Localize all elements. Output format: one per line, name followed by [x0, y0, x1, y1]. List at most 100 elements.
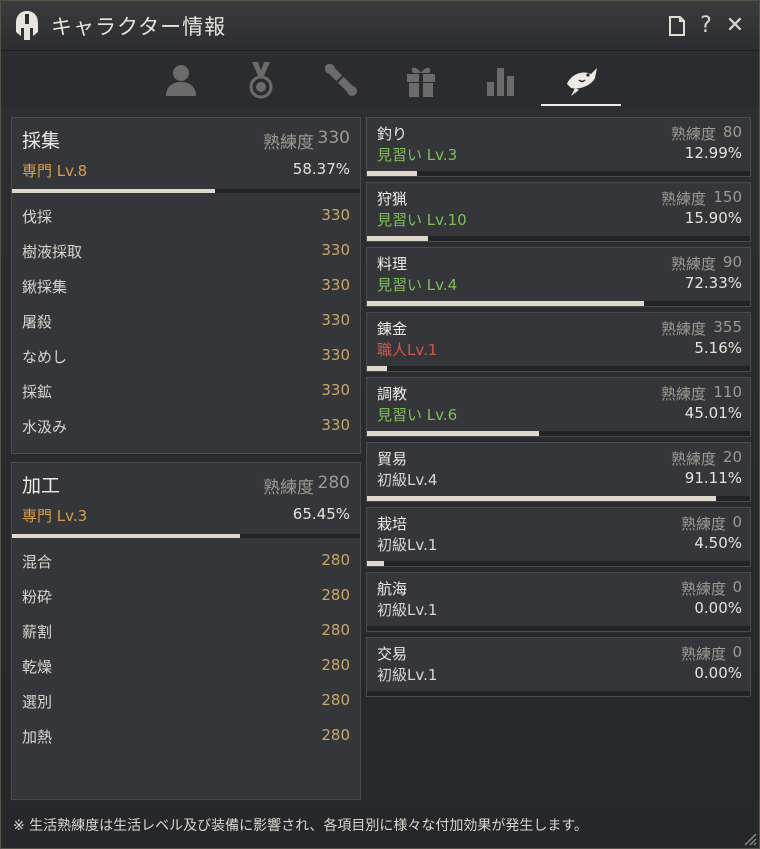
mastery-label: 熟練度: [660, 190, 706, 208]
tab-stats[interactable]: [461, 56, 541, 104]
close-button[interactable]: ✕: [723, 13, 747, 39]
subskill-name: 屠殺: [22, 313, 53, 331]
gift-icon: [407, 67, 435, 97]
life-skill-card[interactable]: 航海 熟練度 0 初級Lv.1 0.00%: [366, 572, 751, 632]
skill-level: 初級Lv.1: [377, 601, 438, 619]
subskill-value: 280: [321, 586, 350, 604]
progress-bar: [12, 534, 360, 538]
mastery-label: 熟練度: [680, 645, 726, 663]
subskill-name: 乾燥: [22, 658, 53, 676]
skill-level: 見習い Lv.10: [377, 211, 467, 229]
skill-percent: 0.00%: [694, 664, 742, 682]
subskill-list: 伐採 330 樹液採取 330 鍬採集 330 屠殺 330 なめし 330 採鉱 330 水汲み 330: [12, 198, 360, 443]
gathering-header: 採集 熟練度 330 専門 Lv.8 58.37%: [12, 118, 360, 198]
progress-bar: [367, 496, 750, 501]
progress-bar-fill: [367, 431, 540, 436]
skill-percent: 12.99%: [684, 144, 742, 162]
progress-bar-fill: [367, 236, 428, 241]
skill-name: 栽培: [377, 515, 408, 533]
progress-bar-fill: [12, 534, 240, 538]
life-skill-card[interactable]: 狩猟 熟練度 150 見習い Lv.10 15.90%: [366, 182, 751, 242]
resize-grip-icon[interactable]: [743, 832, 757, 846]
progress-bar: [12, 189, 360, 193]
skill-percent: 15.90%: [684, 209, 742, 227]
mastery-label: 熟練度: [660, 385, 706, 403]
subskill-value: 330: [321, 311, 350, 329]
mastery-value: 110: [713, 383, 742, 401]
subskill-value: 330: [321, 381, 350, 399]
progress-bar: [367, 431, 750, 436]
progress-bar: [367, 691, 750, 696]
skill-name: 調教: [377, 385, 408, 403]
tab-titles[interactable]: [221, 56, 301, 104]
life-skill-card[interactable]: 料理 熟練度 90 見習い Lv.4 72.33%: [366, 247, 751, 307]
skill-level: 見習い Lv.4: [377, 276, 458, 294]
title-bar[interactable]: キャラクター情報 ? ✕: [1, 1, 759, 51]
subskill-value: 280: [321, 551, 350, 569]
subskill-value: 280: [321, 621, 350, 639]
subskill-row: 混合 280: [12, 543, 360, 578]
subskill-name: 採鉱: [22, 383, 53, 401]
tab-knowledge[interactable]: [301, 56, 381, 104]
life-skill-card[interactable]: 調教 熟練度 110 見習い Lv.6 45.01%: [366, 377, 751, 437]
mastery-label: 熟練度: [670, 125, 716, 143]
scroll-icon: [325, 64, 357, 96]
mastery-value: 330: [317, 128, 350, 148]
skill-name: 交易: [377, 645, 408, 663]
mastery-label: 熟練度: [263, 133, 314, 153]
subskill-name: 鍬採集: [22, 278, 68, 296]
subskill-value: 280: [321, 691, 350, 709]
tab-character[interactable]: [141, 56, 221, 104]
skill-percent: 5.16%: [694, 339, 742, 357]
mastery-label: 熟練度: [670, 450, 716, 468]
life-skill-card[interactable]: 錬金 熟練度 355 職人Lv.1 5.16%: [366, 312, 751, 372]
mastery-value: 355: [713, 318, 742, 336]
note-button[interactable]: [665, 13, 689, 39]
skill-name: 料理: [377, 255, 408, 273]
life-skill-card[interactable]: 釣り 熟練度 80 見習い Lv.3 12.99%: [366, 117, 751, 177]
mastery-label: 熟練度: [670, 255, 716, 273]
skill-percent: 91.11%: [684, 469, 742, 487]
processing-title: 加工: [22, 475, 61, 497]
life-skill-card[interactable]: 栽培 熟練度 0 初級Lv.1 4.50%: [366, 507, 751, 567]
progress-bar-fill: [367, 496, 716, 501]
window-title: キャラクター情報: [51, 15, 227, 39]
subskill-value: 330: [321, 416, 350, 434]
subskill-value: 280: [321, 656, 350, 674]
subskill-name: 伐採: [22, 208, 53, 226]
fish-icon: [567, 68, 597, 96]
help-button[interactable]: ?: [694, 13, 718, 39]
skill-name: 航海: [377, 580, 408, 598]
life-skill-card[interactable]: 交易 熟練度 0 初級Lv.1 0.00%: [366, 637, 751, 697]
processing-header: 加工 熟練度 280 専門 Lv.3 65.45%: [12, 463, 360, 543]
subskill-row: 水汲み 330: [12, 408, 360, 443]
mastery-label: 熟練度: [660, 320, 706, 338]
skill-name: 錬金: [377, 320, 408, 338]
skill-percent: 45.01%: [684, 404, 742, 422]
processing-panel: 加工 熟練度 280 専門 Lv.3 65.45% 混合 280 粉砕 280 薪割 28…: [11, 462, 361, 800]
mastery-label: 熟練度: [263, 478, 314, 498]
tab-gift[interactable]: [381, 56, 461, 104]
tab-bar: [1, 52, 759, 108]
subskill-name: 加熱: [22, 728, 53, 746]
progress-bar-fill: [367, 171, 417, 176]
skill-level: 初級Lv.1: [377, 536, 438, 554]
mastery-value: 80: [722, 123, 742, 141]
skill-percent: 0.00%: [694, 599, 742, 617]
subskill-row: 加熱 280: [12, 718, 360, 753]
subskill-name: 選別: [22, 693, 53, 711]
note-icon: [669, 16, 685, 36]
spartan-helmet-icon: [16, 11, 38, 40]
skill-percent: 58.37%: [292, 160, 350, 178]
subskill-row: 採鉱 330: [12, 373, 360, 408]
footer-note: ※ 生活熟練度は生活レベル及び装備に影響され、各項目別に様々な付加効果が発生しま…: [13, 818, 588, 834]
tab-life-skills[interactable]: [541, 56, 621, 106]
life-skill-card[interactable]: 貿易 熟練度 20 初級Lv.4 91.11%: [366, 442, 751, 502]
gathering-title: 採集: [22, 130, 61, 152]
subskill-name: 樹液採取: [22, 243, 83, 261]
mastery-value: 280: [317, 473, 350, 493]
progress-bar: [367, 236, 750, 241]
subskill-row: 選別 280: [12, 683, 360, 718]
progress-bar: [367, 301, 750, 306]
skill-name: 狩猟: [377, 190, 408, 208]
